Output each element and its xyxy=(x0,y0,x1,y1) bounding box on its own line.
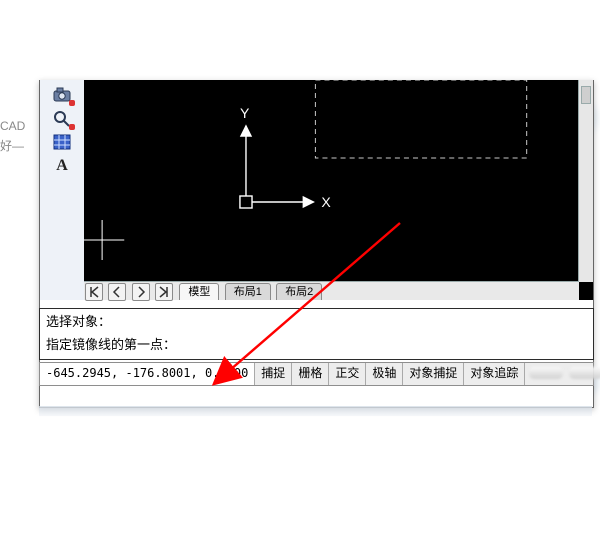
record-dot-icon xyxy=(69,100,75,106)
nav-last-icon[interactable] xyxy=(155,283,173,301)
command-prompt-line: 指定镜像线的第一点： xyxy=(40,332,593,355)
nav-first-icon[interactable] xyxy=(85,283,103,301)
nav-next-icon[interactable] xyxy=(132,283,150,301)
loupe-icon[interactable] xyxy=(51,108,73,128)
axis-y-label: Y xyxy=(240,105,250,121)
command-window[interactable]: 选择对象： 指定镜像线的第一点： xyxy=(39,308,594,360)
axis-x-label: X xyxy=(321,194,331,210)
command-history-line: 选择对象： xyxy=(40,309,593,332)
drawing-canvas[interactable]: X Y xyxy=(84,80,579,282)
cad-window: A X Y xyxy=(39,80,594,408)
grid-icon[interactable] xyxy=(51,132,73,152)
tab-model[interactable]: 模型 xyxy=(179,283,219,300)
layout-tab-bar: 模型 布局1 布局2 xyxy=(84,281,579,300)
tab-layout-2[interactable]: 布局2 xyxy=(276,283,322,300)
toggle-polar[interactable]: 极轴 xyxy=(366,363,403,385)
coordinate-readout: -645.2945, -176.8001, 0.0000 xyxy=(40,363,255,385)
status-bar-overflow xyxy=(525,363,593,385)
frame-shadow xyxy=(39,406,592,416)
background-text: CAD 好— xyxy=(0,116,25,156)
text-tool-icon[interactable]: A xyxy=(51,156,73,176)
nav-prev-icon[interactable] xyxy=(108,283,126,301)
status-bar: -645.2945, -176.8001, 0.0000 捕捉 栅格 正交 极轴… xyxy=(39,362,594,386)
camera-icon[interactable] xyxy=(51,84,73,104)
tab-layout-1[interactable]: 布局1 xyxy=(225,283,271,300)
vertical-scrollbar[interactable] xyxy=(578,80,593,282)
toggle-ortho[interactable]: 正交 xyxy=(329,363,366,385)
viewport-area: X Y 模型 布局1 布局2 xyxy=(84,80,593,300)
record-dot-icon xyxy=(69,124,75,130)
toggle-osnap[interactable]: 对象捕捉 xyxy=(403,363,464,385)
toggle-otrack[interactable]: 对象追踪 xyxy=(464,363,525,385)
toggle-grid[interactable]: 栅格 xyxy=(292,363,329,385)
toggle-snap[interactable]: 捕捉 xyxy=(255,363,292,385)
left-toolbar: A xyxy=(40,80,85,300)
